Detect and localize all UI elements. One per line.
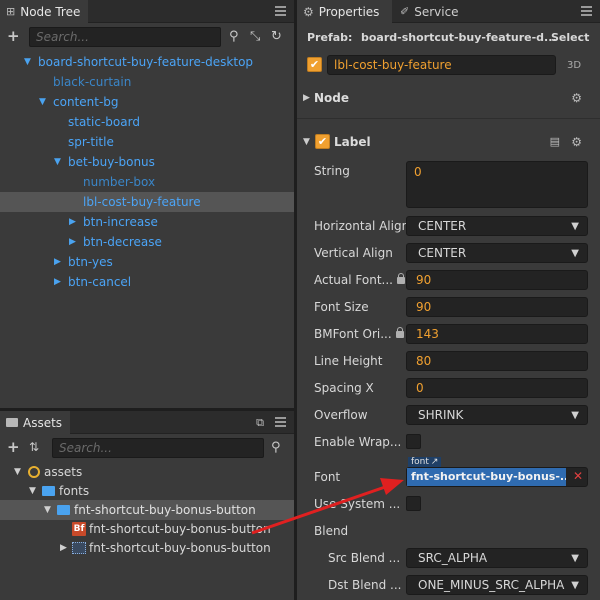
- tree-item[interactable]: ▼ bet-buy-bonus: [0, 152, 294, 172]
- horizontal-align-select[interactable]: CENTER ▼: [406, 216, 588, 236]
- expand-arrow-icon[interactable]: ▶: [60, 538, 67, 558]
- expand-arrow-icon[interactable]: ▶: [54, 252, 61, 272]
- line-height-label: Line Height: [314, 354, 383, 368]
- tree-item[interactable]: black-curtain: [0, 72, 294, 92]
- dropdown-arrow-icon: ▼: [571, 221, 579, 232]
- collapse-icon[interactable]: ⤡: [250, 30, 260, 44]
- vertical-align-select[interactable]: CENTER ▼: [406, 243, 588, 263]
- line-height-field[interactable]: 80: [406, 351, 588, 371]
- node-tree-toolbar: + Search... ⚲ ⤡ ↻: [0, 24, 294, 50]
- actual-font-size-field[interactable]: 90: [406, 270, 588, 290]
- tree-item[interactable]: spr-title: [0, 132, 294, 152]
- bmfont-original-size-label: BMFont Ori...: [314, 327, 404, 341]
- tree-item-selected[interactable]: lbl-cost-buy-feature: [0, 192, 294, 212]
- spacing-x-field[interactable]: 0: [406, 378, 588, 398]
- expand-arrow-icon[interactable]: ▼: [29, 481, 36, 501]
- bmfont-original-size-field[interactable]: 143: [406, 324, 588, 344]
- add-icon[interactable]: +: [7, 440, 20, 455]
- db-icon: [28, 466, 40, 478]
- tree-item[interactable]: ▶ btn-cancel: [0, 272, 294, 292]
- font-label: Font: [314, 470, 341, 484]
- enable-wrap-label: Enable Wrap...: [314, 435, 402, 449]
- src-blend-select[interactable]: SRC_ALPHA ▼: [406, 548, 588, 568]
- tree-item[interactable]: number-box: [0, 172, 294, 192]
- overflow-label: Overflow: [314, 408, 368, 422]
- font-asset-value: fnt-shortcut-buy-bonus-...: [407, 468, 566, 486]
- dropdown-arrow-icon: ▼: [571, 553, 579, 564]
- vertical-align-label: Vertical Align: [314, 246, 393, 260]
- folder-icon: [42, 486, 55, 496]
- clear-font-icon[interactable]: ✕: [573, 469, 583, 483]
- lock-icon: [395, 327, 404, 338]
- dropdown-arrow-icon: ▼: [571, 410, 579, 421]
- horizontal-align-label: Horizontal Align: [314, 219, 410, 233]
- tab-node-tree-label: Node Tree: [20, 4, 81, 19]
- asset-item[interactable]: ▼ fonts: [0, 481, 294, 501]
- sort-icon[interactable]: ⇅: [29, 440, 39, 454]
- font-size-field[interactable]: 90: [406, 297, 588, 317]
- spacing-x-label: Spacing X: [314, 381, 374, 395]
- assets-search-input[interactable]: Search...: [52, 438, 264, 458]
- font-asset-field[interactable]: fnt-shortcut-buy-bonus-... ✕: [406, 467, 588, 487]
- tab-assets-label: Assets: [23, 415, 63, 430]
- tree-item[interactable]: static-board: [0, 112, 294, 132]
- node-tree-panel: ⊞ Node Tree + Search... ⚲ ⤡ ↻ ▼ board-sh…: [0, 0, 294, 408]
- properties-panel: ⚙ Properties ✐ Service Prefab: board-sho…: [297, 0, 600, 600]
- tree-item[interactable]: ▼ board-shortcut-buy-feature-desktop: [0, 52, 294, 72]
- expand-arrow-icon[interactable]: ▼: [44, 500, 51, 520]
- use-system-font-checkbox[interactable]: [406, 496, 421, 511]
- texture-icon: [72, 542, 86, 554]
- expand-arrow-icon[interactable]: ▶: [69, 232, 76, 252]
- external-link-icon: ↗: [430, 457, 439, 467]
- asset-item[interactable]: Bf fnt-shortcut-buy-bonus-button: [0, 519, 294, 539]
- label-properties: String 0 Horizontal Align CENTER ▼ Vertic…: [297, 0, 600, 600]
- panel-menu-icon[interactable]: [275, 417, 286, 427]
- tree-item[interactable]: ▼ content-bg: [0, 92, 294, 112]
- tree-item[interactable]: ▶ btn-yes: [0, 252, 294, 272]
- expand-arrow-icon[interactable]: ▼: [24, 52, 31, 72]
- folder-icon: [57, 505, 70, 515]
- add-icon[interactable]: +: [7, 29, 20, 44]
- node-tree-tabbar: ⊞ Node Tree: [0, 0, 294, 23]
- node-tree-icon: ⊞: [6, 5, 16, 18]
- assets-panel: Assets ⧉ + ⇅ Search... ⚲ ▼ assets ▼ font…: [0, 411, 294, 600]
- asset-item-selected[interactable]: ▼ fnt-shortcut-buy-bonus-button: [0, 500, 294, 520]
- dropdown-arrow-icon: ▼: [571, 580, 579, 591]
- expand-arrow-icon[interactable]: ▶: [69, 212, 76, 232]
- overflow-select[interactable]: SHRINK ▼: [406, 405, 588, 425]
- font-size-label: Font Size: [314, 300, 369, 314]
- src-blend-label: Src Blend ...: [328, 551, 401, 565]
- panel-menu-icon[interactable]: [275, 6, 286, 16]
- tab-node-tree[interactable]: ⊞ Node Tree: [0, 0, 89, 23]
- expand-arrow-icon[interactable]: ▶: [54, 272, 61, 292]
- node-search-input[interactable]: Search...: [29, 27, 221, 47]
- expand-arrow-icon[interactable]: ▼: [54, 152, 61, 172]
- blend-label: Blend: [314, 524, 349, 538]
- assets-tabbar: Assets ⧉: [0, 411, 294, 434]
- asset-item[interactable]: ▼ assets: [0, 462, 294, 482]
- expand-arrow-icon[interactable]: ▼: [14, 462, 21, 482]
- enable-wrap-checkbox[interactable]: [406, 434, 421, 449]
- dst-blend-label: Dst Blend ...: [328, 578, 402, 592]
- tab-assets[interactable]: Assets: [0, 411, 71, 434]
- search-icon[interactable]: ⚲: [271, 441, 281, 455]
- dst-blend-select[interactable]: ONE_MINUS_SRC_ALPHA ▼: [406, 575, 588, 595]
- expand-arrow-icon[interactable]: ▼: [39, 92, 46, 112]
- assets-toolbar: + ⇅ Search... ⚲: [0, 435, 294, 461]
- string-textarea[interactable]: 0: [406, 161, 588, 208]
- folder-icon: [6, 418, 18, 427]
- search-icon[interactable]: ⚲: [229, 30, 239, 44]
- string-label: String: [314, 164, 350, 178]
- lock-icon: [396, 273, 405, 284]
- popout-icon[interactable]: ⧉: [256, 416, 264, 430]
- asset-item[interactable]: ▶ fnt-shortcut-buy-bonus-button: [0, 538, 294, 558]
- actual-font-size-label: Actual Font...: [314, 273, 405, 287]
- refresh-icon[interactable]: ↻: [271, 30, 282, 44]
- tree-item[interactable]: ▶ btn-decrease: [0, 232, 294, 252]
- use-system-font-label: Use System ...: [314, 497, 401, 511]
- dropdown-arrow-icon: ▼: [571, 248, 579, 259]
- tree-item[interactable]: ▶ btn-increase: [0, 212, 294, 232]
- bmfont-icon: Bf: [72, 522, 86, 536]
